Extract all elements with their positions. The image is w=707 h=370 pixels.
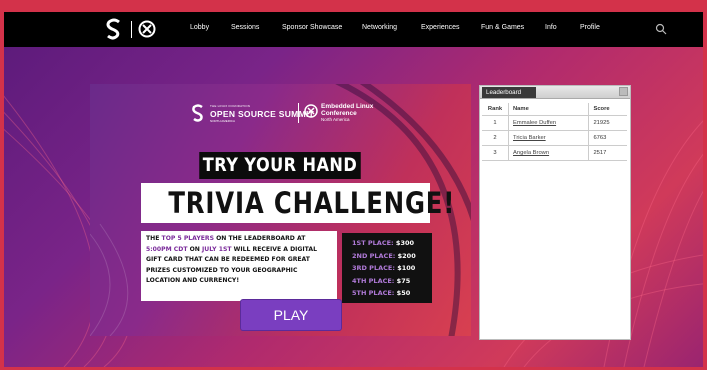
desc-highlight: JULY 1ST [202,245,232,253]
prize-place: 1ST PLACE: [352,239,394,247]
row-name-link[interactable]: Emmalee Duffen [508,115,590,131]
row-rank: 3 [482,145,509,161]
desc-text: ON THE LEADERBOARD AT [213,235,306,242]
desc-text: ON [187,245,203,253]
leaderboard-close-icon[interactable] [619,87,628,96]
prize-list: 1ST PLACE: $300 2ND PLACE: $200 3RD PLAC… [342,233,432,303]
prize-place: 2ND PLACE: [352,251,396,260]
nav-networking[interactable]: Networking [362,24,397,31]
banner-logos: THE LINUX FOUNDATION OPEN SOURCE SUMMIT … [190,101,390,127]
oss-logo-icon [192,104,203,122]
logo-separator [298,103,299,123]
prize-item: 5TH PLACE: $50 [352,287,422,300]
nav-lobby[interactable]: Lobby [190,24,209,31]
leaderboard-titlebar: Leaderboard [480,86,630,99]
prize-item: 4TH PLACE: $75 [352,275,422,288]
play-button[interactable]: PLAY [241,300,341,330]
prize-amount: $200 [397,251,416,260]
search-icon[interactable] [655,23,667,35]
elc-title: Embedded Linux Conference [321,103,374,117]
prize-place: 3RD PLACE: [352,264,395,272]
prize-amount: $75 [396,276,411,285]
trivia-banner: THE LINUX FOUNDATION OPEN SOURCE SUMMIT … [90,84,471,336]
column-header-rank[interactable]: Rank [482,103,509,116]
table-header-row: Rank Name Score [482,103,627,116]
prize-place: 5TH PLACE: [352,289,395,297]
leaderboard-table: Rank Name Score 1 Emmalee Duffen 21925 2… [482,103,627,161]
nav-sessions[interactable]: Sessions [231,24,259,31]
row-score: 21925 [588,115,627,131]
leaderboard-panel: Leaderboard Rank Name Score 1 Emmalee Du… [479,85,631,340]
row-name-link[interactable]: Tricia Barker [508,130,590,146]
row-score: 6763 [588,130,627,146]
row-name-link[interactable]: Angela Brown [508,145,590,161]
prize-amount: $300 [395,239,415,247]
nav-sponsor-showcase[interactable]: Sponsor Showcase [282,24,342,31]
desc-highlight: TOP 5 PLAYERS [161,235,214,242]
headline-trivia: TRIVIA CHALLENGE! [141,183,454,223]
nav-experiences[interactable]: Experiences [421,24,460,31]
elc-logo-icon[interactable] [138,20,156,38]
oss-subtitle: NORTH AMERICA [210,119,235,123]
nav-profile[interactable]: Profile [580,24,600,31]
prize-place: 4TH PLACE: [352,276,395,285]
desc-highlight: 5:00PM CDT [146,245,188,253]
leaderboard-tab[interactable]: Leaderboard [482,87,536,98]
prize-amount: $100 [397,264,416,272]
elc-subtitle: North America [321,117,350,122]
logo-divider [131,21,132,38]
nav-fun-games[interactable]: Fun & Games [481,24,524,31]
nav-info[interactable]: Info [545,24,557,31]
elc-logo-icon [304,104,318,118]
column-header-score[interactable]: Score [588,103,627,116]
table-row: 2 Tricia Barker 6763 [482,130,627,146]
table-row: 1 Emmalee Duffen 21925 [482,115,627,131]
headline-try: TRY YOUR HAND AT OUR [199,152,361,203]
prize-item: 1ST PLACE: $300 [352,237,422,250]
row-rank: 1 [482,115,509,131]
app-frame: Lobby Sessions Sponsor Showcase Networki… [4,12,703,367]
prize-amount: $50 [396,289,411,297]
top-navbar: Lobby Sessions Sponsor Showcase Networki… [4,12,703,47]
headline-trivia-text: TRIVIA CHALLENGE! [168,186,456,220]
column-header-name[interactable]: Name [508,103,590,116]
prize-description: THE TOP 5 PLAYERS ON THE LEADERBOARD AT … [141,231,337,301]
prize-item: 3RD PLACE: $100 [352,262,422,275]
table-row: 3 Angela Brown 2517 [482,145,627,161]
row-score: 2517 [588,145,627,161]
desc-text: THE [146,235,162,242]
oss-small-label: THE LINUX FOUNDATION [210,104,251,108]
prize-item: 2ND PLACE: $200 [352,250,422,263]
summit-logo-icon[interactable] [104,18,124,40]
row-rank: 2 [482,130,509,146]
